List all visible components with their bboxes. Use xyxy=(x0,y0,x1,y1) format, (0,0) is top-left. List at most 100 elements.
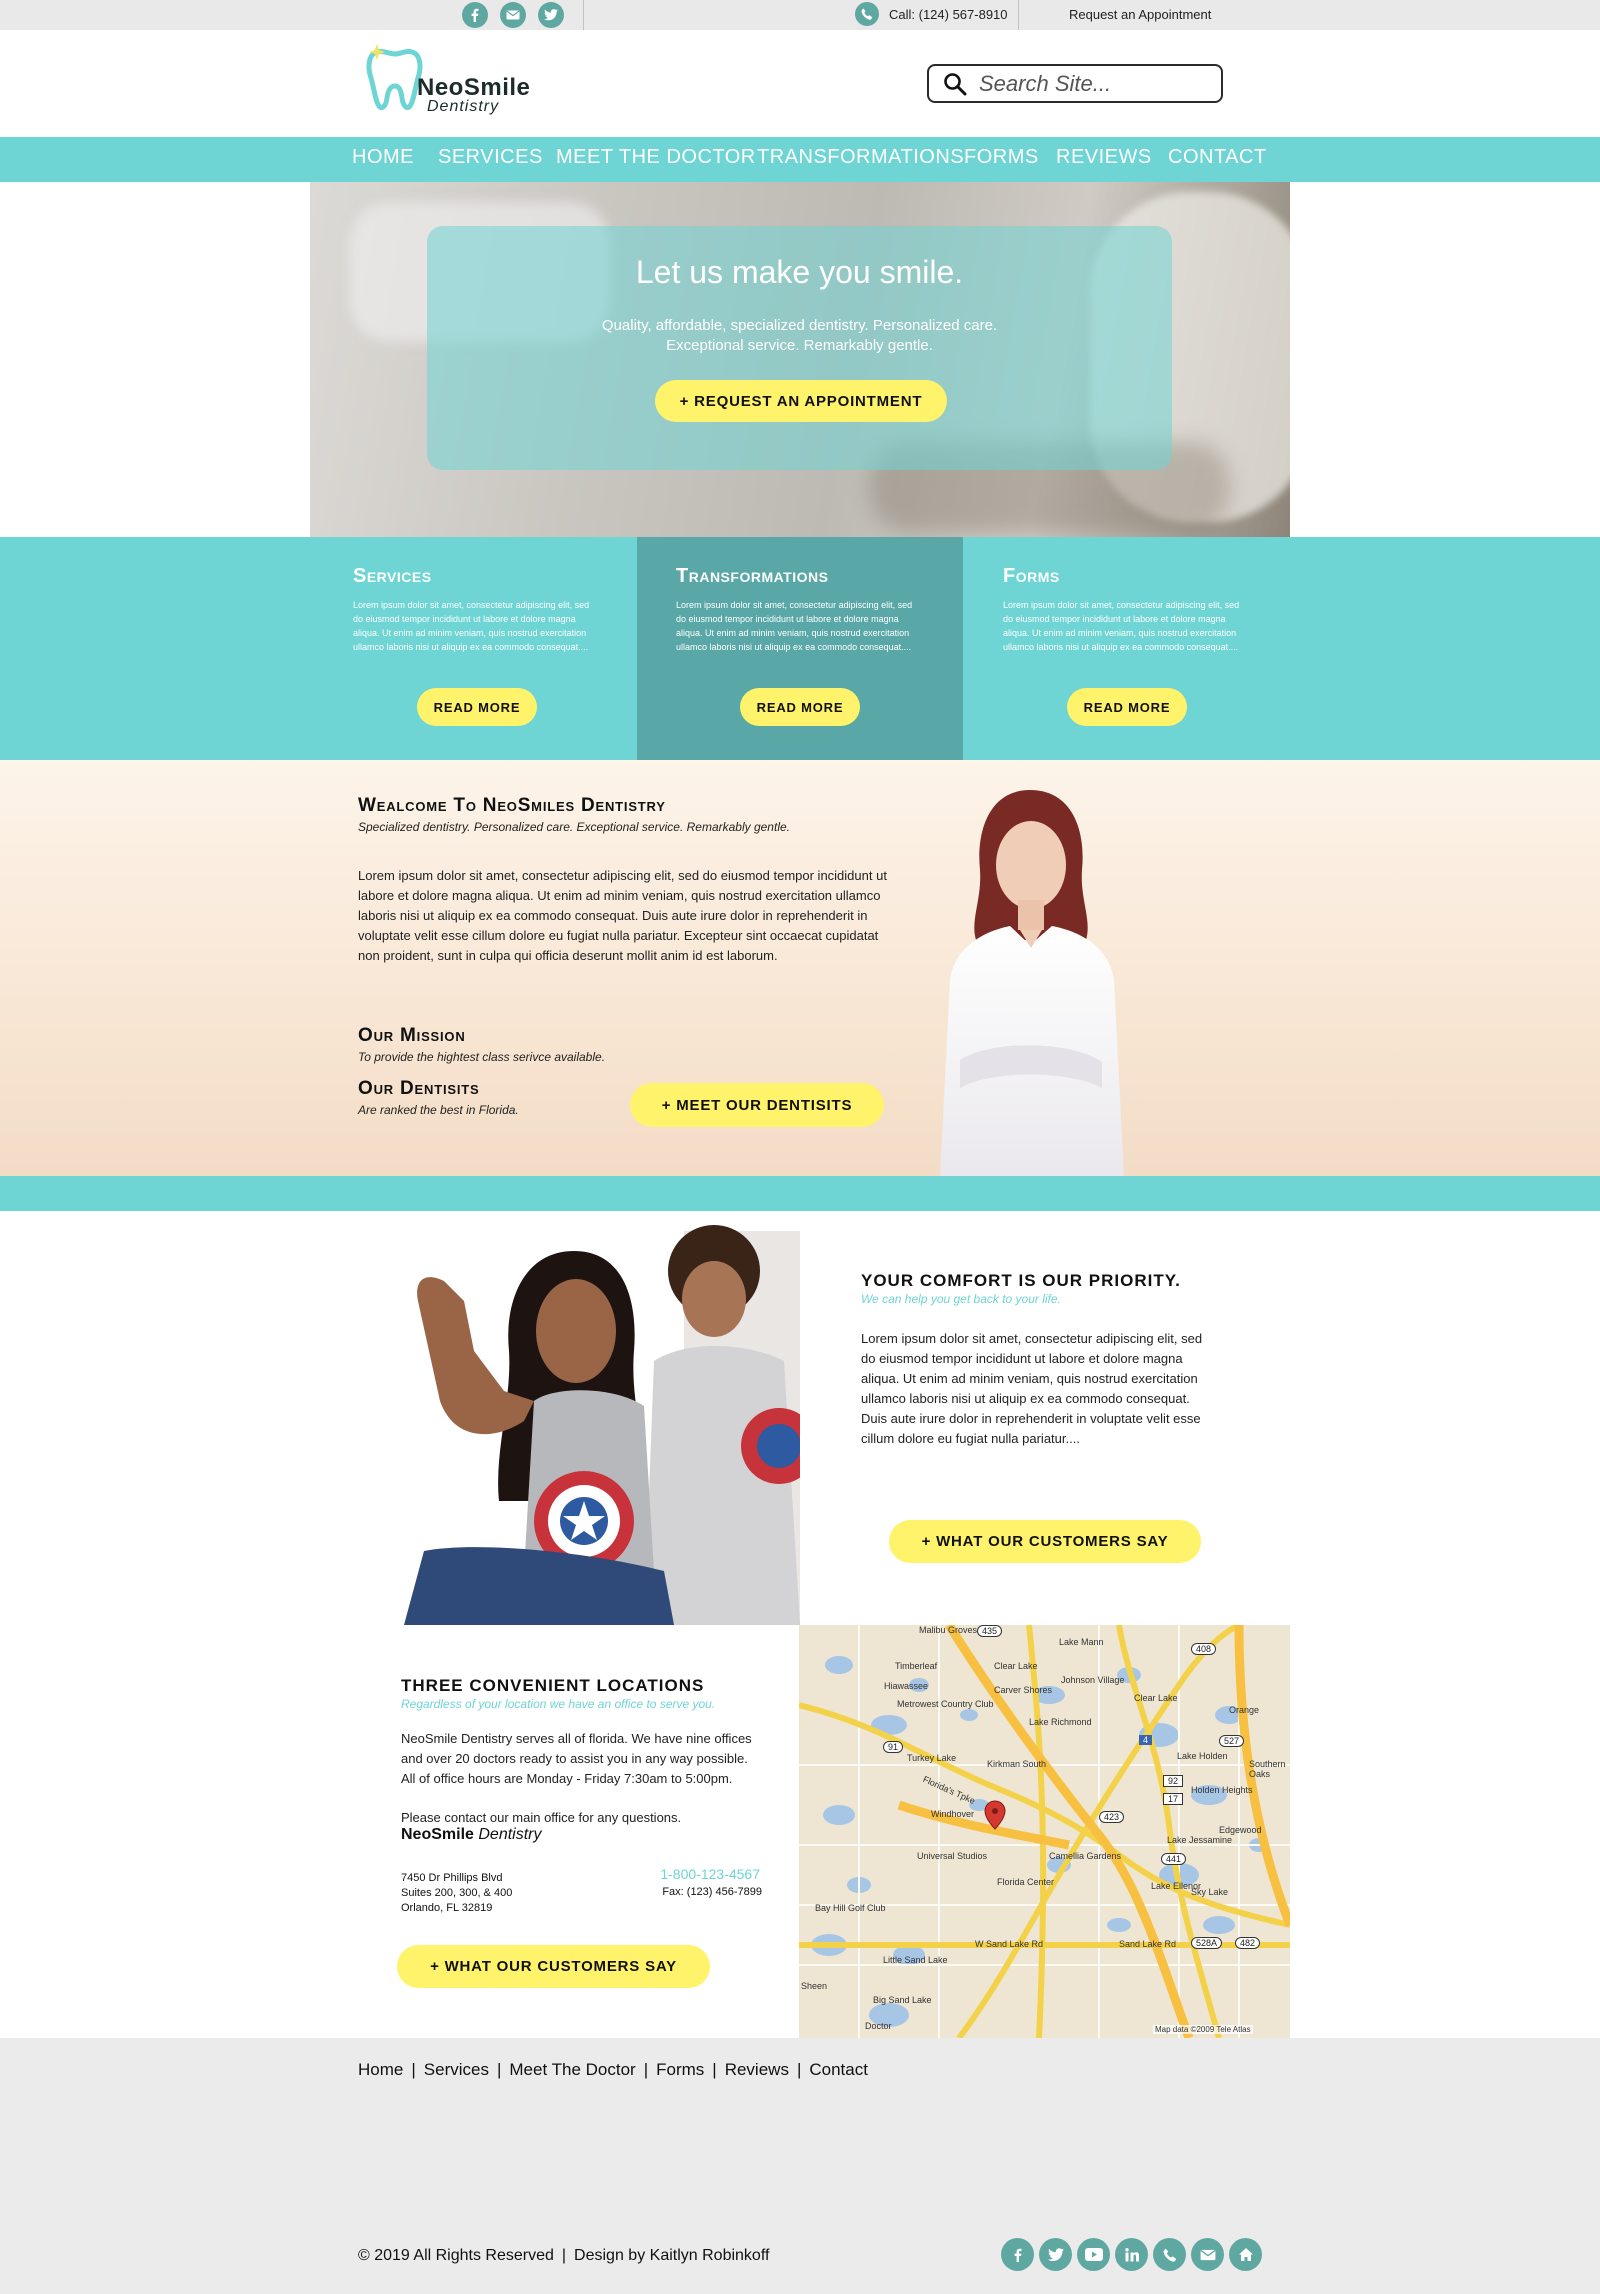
map-label: Holden Heights xyxy=(1191,1785,1253,1795)
phone-icon[interactable] xyxy=(1153,2238,1186,2271)
services-title: Services xyxy=(353,565,432,587)
map-label: Universal Studios xyxy=(917,1851,988,1861)
forms-title: Forms xyxy=(1003,565,1060,587)
road-shield: 435 xyxy=(977,1625,1003,1637)
twitter-icon[interactable] xyxy=(1039,2238,1072,2271)
request-appointment-link[interactable]: Request an Appointment xyxy=(1069,7,1211,22)
customers-say-button[interactable]: + WHAT OUR CUSTOMERS SAY xyxy=(889,1520,1201,1563)
forms-panel: Forms Lorem ipsum dolor sit amet, consec… xyxy=(963,537,1600,760)
map-label: Kirkman South xyxy=(987,1759,1047,1769)
facebook-icon[interactable] xyxy=(462,2,488,28)
search-icon[interactable] xyxy=(943,72,967,96)
comfort-body: Lorem ipsum dolor sit amet, consectetur … xyxy=(861,1331,1203,1446)
road-shield: 91 xyxy=(883,1741,904,1753)
customers-say-button-2[interactable]: + WHAT OUR CUSTOMERS SAY xyxy=(397,1945,710,1988)
map-label: Timberleaf xyxy=(895,1661,938,1671)
email-icon[interactable] xyxy=(500,2,526,28)
facebook-icon[interactable] xyxy=(1001,2238,1034,2271)
top-divider xyxy=(583,0,584,30)
location-map[interactable]: Malibu Groves Lake Mann Clear Lake Timbe… xyxy=(799,1625,1290,2038)
road-shield: 17 xyxy=(1163,1793,1184,1805)
nav-reviews[interactable]: REVIEWS xyxy=(1056,146,1152,169)
phone-number-large[interactable]: 1-800-123-4567 xyxy=(560,1866,760,1882)
road-shield: 441 xyxy=(1161,1853,1187,1865)
map-label: Little Sand Lake xyxy=(883,1955,948,1965)
meet-our-dentists-button[interactable]: + MEET OUR DENTISITS xyxy=(630,1083,884,1127)
transformations-panel: Transformations Lorem ipsum dolor sit am… xyxy=(637,537,963,760)
footer-link-meet-the-doctor[interactable]: Meet The Doctor xyxy=(509,2060,635,2079)
services-read-more-button[interactable]: READ MORE xyxy=(417,688,537,726)
phone-number[interactable]: Call: (124) 567-8910 xyxy=(889,7,1008,22)
locations-subtitle: Regardless of your location we have an o… xyxy=(401,1697,716,1711)
logo-subtitle: Dentistry xyxy=(427,98,500,115)
dentists-title: Our Dentisits xyxy=(358,1078,480,1099)
address-line: 7450 Dr Phillips Blvd xyxy=(401,1872,503,1884)
footer-credits: © 2019 All Rights Reserved | Design by Kai… xyxy=(358,2247,769,2265)
nav-home[interactable]: HOME xyxy=(352,146,414,169)
logo[interactable]: NeoSmile Dentistry xyxy=(365,40,530,118)
map-label: Lake Jessamine xyxy=(1167,1835,1233,1845)
services-panel: Services Lorem ipsum dolor sit amet, con… xyxy=(0,537,637,760)
transformations-read-more-button[interactable]: READ MORE xyxy=(740,688,860,726)
footer-separator: | xyxy=(643,2060,649,2079)
email-icon[interactable] xyxy=(1191,2238,1224,2271)
hero-banner: Let us make you smile. Quality, affordab… xyxy=(310,182,1290,537)
address-line: Suites 200, 300, & 400 xyxy=(401,1887,513,1899)
welcome-subtitle: Specialized dentistry. Personalized care… xyxy=(358,820,790,834)
transformations-title: Transformations xyxy=(676,565,829,587)
footer-link-forms[interactable]: Forms xyxy=(656,2060,704,2079)
search-input[interactable] xyxy=(979,70,1199,97)
teal-divider-strip xyxy=(0,1176,1600,1211)
welcome-title: Wealcome To NeoSmiles Dentistry xyxy=(358,795,666,816)
dentists-subtitle: Are ranked the best in Florida. xyxy=(358,1103,519,1117)
nav-transformations[interactable]: TRANSFORMATIONS xyxy=(757,146,964,169)
brand-sub: Dentistry xyxy=(478,1826,542,1843)
request-appointment-button[interactable]: + REQUEST AN APPOINTMENT xyxy=(655,380,947,422)
map-label: Clear Lake xyxy=(994,1661,1038,1671)
map-label: W Sand Lake Rd xyxy=(975,1939,1044,1949)
linkedin-icon[interactable] xyxy=(1115,2238,1148,2271)
map-label: Sheen xyxy=(801,1981,828,1991)
road-shield: 528A xyxy=(1191,1937,1223,1949)
footer-link-contact[interactable]: Contact xyxy=(809,2060,868,2079)
map-label: Lake Mann xyxy=(1059,1637,1104,1647)
home-icon[interactable] xyxy=(1229,2238,1262,2271)
nav-meet-the-doctor[interactable]: MEET THE DOCTOR xyxy=(556,146,756,169)
forms-read-more-button[interactable]: READ MORE xyxy=(1067,688,1187,726)
mission-subtitle: To provide the hightest class serivce av… xyxy=(358,1050,606,1064)
top-social-icons xyxy=(462,2,564,28)
footer-social-icons xyxy=(1001,2238,1262,2271)
map-label: Sky Lake xyxy=(1191,1887,1229,1897)
locations-body: NeoSmile Dentistry serves all of florida… xyxy=(401,1731,752,1786)
map-label: Florida Center xyxy=(997,1877,1055,1887)
footer-separator: | xyxy=(796,2060,802,2079)
hero-subtitle-line1: Quality, affordable, specialized dentist… xyxy=(601,317,998,334)
forms-text: Lorem ipsum dolor sit amet, consectetur … xyxy=(1003,600,1240,652)
hero-subtitle: Quality, affordable, specialized dentist… xyxy=(427,316,1172,356)
map-label: Lake Holden xyxy=(1177,1751,1228,1761)
nav-forms[interactable]: FORMS xyxy=(964,146,1039,169)
nav-contact[interactable]: CONTACT xyxy=(1168,146,1267,169)
footer-separator: | xyxy=(561,2247,567,2264)
map-label: Sand Lake Rd xyxy=(1119,1939,1177,1949)
footer-link-services[interactable]: Services xyxy=(424,2060,489,2079)
transformations-text: Lorem ipsum dolor sit amet, consectetur … xyxy=(676,600,913,652)
map-label: Carver Shores xyxy=(994,1685,1053,1695)
copyright: © 2019 All Rights Reserved xyxy=(358,2247,554,2264)
footer-link-home[interactable]: Home xyxy=(358,2060,403,2079)
doctor-photo xyxy=(940,790,1124,1176)
map-credit: Map data ©2009 Tele Atlas xyxy=(1153,2025,1253,2034)
youtube-icon[interactable] xyxy=(1077,2238,1110,2271)
map-label: Doctor xyxy=(865,2021,892,2031)
map-label: Lake Richmond xyxy=(1029,1717,1092,1727)
fax-number: Fax: (123) 456-7899 xyxy=(662,1886,762,1898)
brand-name: NeoSmile xyxy=(401,1826,474,1843)
twitter-icon[interactable] xyxy=(538,2,564,28)
footer-separator: | xyxy=(712,2060,717,2079)
map-label: Bay Hill Golf Club xyxy=(815,1903,886,1913)
nav-services[interactable]: SERVICES xyxy=(438,146,543,169)
map-label: Malibu Groves xyxy=(919,1625,978,1635)
footer-separator: | xyxy=(411,2060,416,2079)
footer-links: Home | Services | Meet The Doctor | Forms | Revi… xyxy=(358,2060,868,2080)
footer-link-reviews[interactable]: Reviews xyxy=(725,2060,789,2079)
